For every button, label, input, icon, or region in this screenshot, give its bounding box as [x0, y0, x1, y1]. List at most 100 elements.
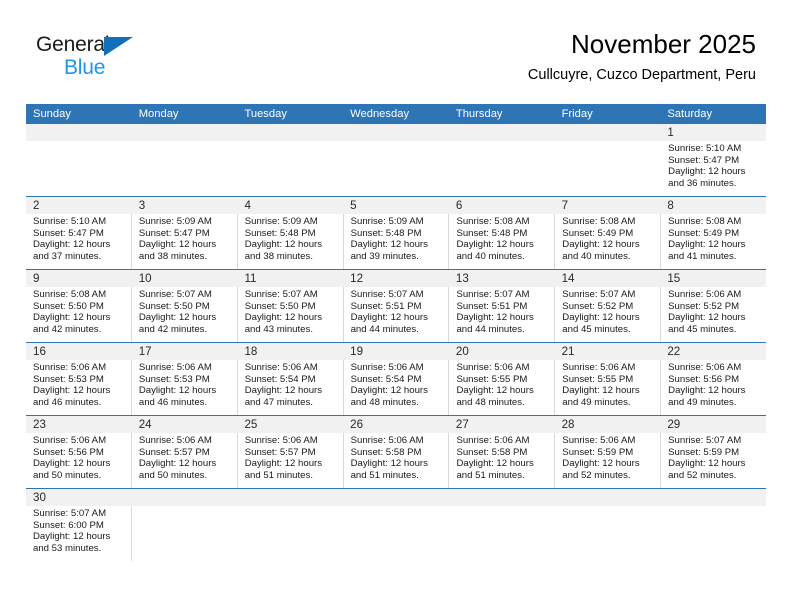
- day-detail-line: and 46 minutes.: [33, 396, 102, 408]
- day-number[interactable]: 17: [132, 343, 238, 360]
- day-number[interactable]: 23: [26, 416, 132, 433]
- day-detail-line: Daylight: 12 hours: [350, 458, 428, 470]
- day-detail-line: Sunrise: 5:06 AM: [350, 435, 424, 446]
- day-cell[interactable]: Sunrise: 5:06 AM Sunset: 5:58 PM Daylight:…: [449, 433, 556, 488]
- day-cell[interactable]: Sunrise: 5:06 AM Sunset: 5:54 PM Daylight:…: [238, 360, 344, 415]
- day-number[interactable]: 10: [132, 270, 238, 287]
- day-cell[interactable]: Sunrise: 5:06 AM Sunset: 5:53 PM Daylight:…: [132, 360, 238, 415]
- weekday-header-wednesday: Wednesday: [350, 108, 410, 120]
- day-cell[interactable]: Sunrise: 5:06 AM Sunset: 5:59 PM Daylight:…: [555, 433, 662, 488]
- day-cell[interactable]: Sunrise: 5:08 AM Sunset: 5:48 PM Daylight:…: [449, 214, 556, 269]
- day-cell-empty: [26, 141, 132, 196]
- day-number[interactable]: 28: [555, 416, 661, 433]
- day-number[interactable]: 22: [660, 343, 767, 360]
- day-detail-line: Sunset: 5:59 PM: [668, 446, 740, 458]
- day-number-empty: [26, 124, 132, 141]
- day-number[interactable]: 15: [660, 270, 767, 287]
- day-number[interactable]: 6: [449, 197, 555, 214]
- day-number[interactable]: 8: [660, 197, 767, 214]
- day-number-band: 2345678: [26, 197, 767, 214]
- day-number[interactable]: 29: [660, 416, 767, 433]
- day-detail-line: and 45 minutes.: [562, 323, 631, 335]
- day-number[interactable]: 20: [449, 343, 555, 360]
- day-number[interactable]: 26: [343, 416, 449, 433]
- general-blue-logo[interactable]: General Blue: [36, 33, 166, 83]
- day-detail-line: Sunset: 5:48 PM: [244, 227, 316, 239]
- day-number[interactable]: 9: [26, 270, 132, 287]
- day-cell[interactable]: Sunrise: 5:06 AM Sunset: 5:52 PM Daylight:…: [661, 287, 766, 342]
- day-detail-line: Sunset: 5:47 PM: [33, 227, 104, 239]
- day-cell[interactable]: Sunrise: 5:09 AM Sunset: 5:48 PM Daylight:…: [238, 214, 344, 269]
- day-cell[interactable]: Sunrise: 5:06 AM Sunset: 5:56 PM Daylight:…: [661, 360, 766, 415]
- day-number[interactable]: 4: [237, 197, 344, 214]
- day-number[interactable]: 25: [237, 416, 344, 433]
- day-number[interactable]: 30: [26, 489, 132, 506]
- day-cell[interactable]: Sunrise: 5:06 AM Sunset: 5:58 PM Daylight:…: [344, 433, 450, 488]
- day-detail-line: Daylight: 12 hours: [33, 312, 111, 324]
- day-detail-line: Sunrise: 5:10 AM: [33, 216, 107, 227]
- day-number[interactable]: 16: [26, 343, 132, 360]
- day-cell[interactable]: Sunrise: 5:06 AM Sunset: 5:57 PM Daylight:…: [238, 433, 344, 488]
- day-cell[interactable]: Sunrise: 5:07 AM Sunset: 5:52 PM Daylight:…: [555, 287, 662, 342]
- day-number[interactable]: 12: [343, 270, 449, 287]
- day-cell[interactable]: Sunrise: 5:07 AM Sunset: 5:59 PM Daylight:…: [661, 433, 766, 488]
- day-detail-line: Sunrise: 5:09 AM: [244, 216, 318, 227]
- day-number-empty: [132, 489, 238, 506]
- day-detail-line: Sunset: 5:56 PM: [33, 446, 104, 458]
- day-number[interactable]: 24: [132, 416, 238, 433]
- day-number[interactable]: 2: [26, 197, 132, 214]
- day-cell[interactable]: Sunrise: 5:09 AM Sunset: 5:47 PM Daylight:…: [132, 214, 238, 269]
- day-detail-line: and 41 minutes.: [668, 250, 737, 262]
- day-detail-line: Sunset: 5:52 PM: [668, 300, 740, 312]
- day-detail-line: Daylight: 12 hours: [138, 458, 217, 470]
- day-cell-empty: [132, 141, 238, 196]
- calendar-week-row: 2 3 4 5 6 7 8 Sunrise: 5:10 AM Sunset: 5:47 PM Da…: [26, 197, 767, 270]
- day-cell[interactable]: Sunrise: 5:10 AM Sunset: 5:47 PM Daylight:…: [661, 141, 766, 196]
- day-number[interactable]: 7: [555, 197, 661, 214]
- day-cell[interactable]: Sunrise: 5:06 AM Sunset: 5:56 PM Daylight:…: [26, 433, 132, 488]
- day-number[interactable]: 19: [343, 343, 449, 360]
- day-detail-band: Sunrise: 5:06 AM Sunset: 5:53 PM Daylight:…: [26, 360, 766, 415]
- day-number[interactable]: 21: [555, 343, 661, 360]
- day-cell[interactable]: Sunrise: 5:06 AM Sunset: 5:55 PM Daylight:…: [449, 360, 556, 415]
- day-detail-line: and 39 minutes.: [350, 250, 419, 262]
- day-detail-line: Sunrise: 5:08 AM: [668, 216, 742, 227]
- day-number[interactable]: 11: [237, 270, 344, 287]
- day-cell[interactable]: Sunrise: 5:07 AM Sunset: 5:51 PM Daylight:…: [449, 287, 556, 342]
- day-number[interactable]: 5: [343, 197, 449, 214]
- calendar-week-row: 9 10 11 12 13 14 15 Sunrise: 5:08 AM Sunset: 5:5…: [26, 270, 767, 343]
- day-cell-empty: [132, 506, 238, 561]
- day-cell-empty: [555, 506, 661, 561]
- day-detail-line: and 53 minutes.: [33, 542, 102, 554]
- day-cell[interactable]: Sunrise: 5:07 AM Sunset: 5:50 PM Daylight:…: [238, 287, 344, 342]
- day-detail-line: Sunrise: 5:07 AM: [668, 435, 742, 446]
- day-cell[interactable]: Sunrise: 5:08 AM Sunset: 5:49 PM Daylight:…: [661, 214, 766, 269]
- day-cell[interactable]: Sunrise: 5:10 AM Sunset: 5:47 PM Daylight:…: [26, 214, 132, 269]
- day-cell[interactable]: Sunrise: 5:07 AM Sunset: 5:51 PM Daylight:…: [344, 287, 450, 342]
- day-cell[interactable]: Sunrise: 5:09 AM Sunset: 5:48 PM Daylight:…: [344, 214, 450, 269]
- day-cell[interactable]: Sunrise: 5:07 AM Sunset: 6:00 PM Daylight:…: [26, 506, 132, 561]
- day-cell[interactable]: Sunrise: 5:06 AM Sunset: 5:57 PM Daylight:…: [132, 433, 238, 488]
- day-detail-line: Sunrise: 5:07 AM: [350, 289, 424, 300]
- day-number[interactable]: 3: [132, 197, 238, 214]
- day-detail-line: Sunset: 5:50 PM: [244, 300, 316, 312]
- day-cell[interactable]: Sunrise: 5:08 AM Sunset: 5:49 PM Daylight:…: [555, 214, 662, 269]
- day-detail-line: and 51 minutes.: [350, 469, 419, 481]
- day-number[interactable]: 27: [449, 416, 555, 433]
- day-detail-line: Sunset: 5:48 PM: [456, 227, 528, 239]
- day-detail-line: Sunset: 5:53 PM: [138, 373, 210, 385]
- day-cell[interactable]: Sunrise: 5:06 AM Sunset: 5:54 PM Daylight:…: [344, 360, 450, 415]
- day-number[interactable]: 13: [449, 270, 555, 287]
- day-cell[interactable]: Sunrise: 5:08 AM Sunset: 5:50 PM Daylight:…: [26, 287, 132, 342]
- day-detail-line: Sunrise: 5:06 AM: [456, 435, 530, 446]
- day-detail-line: Sunset: 5:50 PM: [138, 300, 210, 312]
- day-detail-line: Daylight: 12 hours: [244, 239, 323, 251]
- day-cell-empty: [343, 506, 449, 561]
- day-number[interactable]: 1: [660, 124, 767, 141]
- day-cell[interactable]: Sunrise: 5:06 AM Sunset: 5:53 PM Daylight:…: [26, 360, 132, 415]
- day-cell[interactable]: Sunrise: 5:07 AM Sunset: 5:50 PM Daylight:…: [132, 287, 238, 342]
- day-number[interactable]: 14: [555, 270, 661, 287]
- triangle-icon: [104, 37, 133, 56]
- day-cell[interactable]: Sunrise: 5:06 AM Sunset: 5:55 PM Daylight:…: [555, 360, 662, 415]
- day-number[interactable]: 18: [237, 343, 344, 360]
